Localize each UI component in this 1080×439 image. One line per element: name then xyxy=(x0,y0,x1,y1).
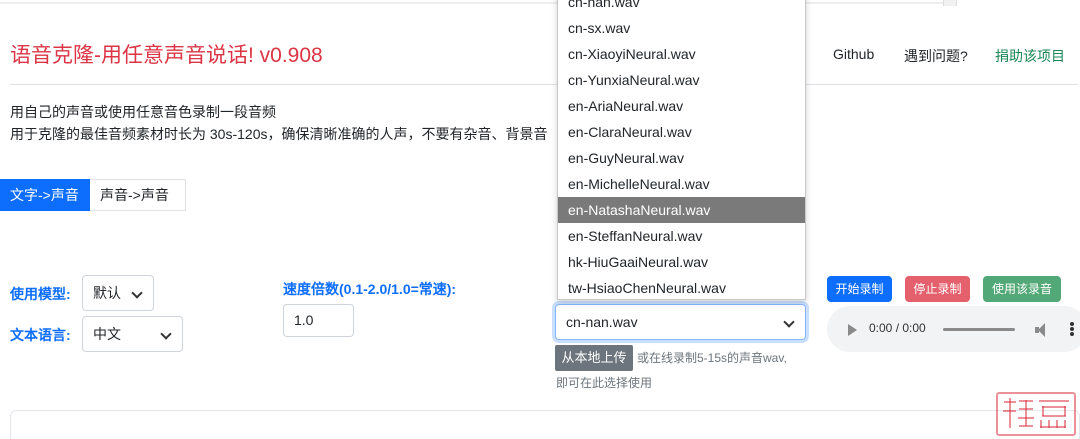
voice-option[interactable]: en-SteffanNeural.wav xyxy=(558,223,805,249)
voice-option[interactable]: cn-sx.wav xyxy=(558,15,805,41)
top-scroll-thumb[interactable] xyxy=(943,0,957,6)
content-card xyxy=(10,410,1080,439)
audio-player: 0:00 / 0:00 xyxy=(827,306,1080,352)
voice-option-highlighted[interactable]: en-NatashaNeural.wav xyxy=(558,197,805,223)
upload-hint-line-2: 即可在此选择使用 xyxy=(556,376,653,390)
more-vertical-icon[interactable] xyxy=(1070,322,1074,337)
tab-text-to-speech[interactable]: 文字->声音 xyxy=(0,179,90,211)
voice-option[interactable]: cn-YunxiaNeural.wav xyxy=(558,67,805,93)
language-label: 文本语言: xyxy=(10,327,71,343)
page-title: 语音克隆-用任意声音说话! v0.908 xyxy=(10,44,323,67)
voice-option[interactable]: en-ClaraNeural.wav xyxy=(558,119,805,145)
play-icon[interactable] xyxy=(848,324,857,336)
upload-local-button[interactable]: 从本地上传 xyxy=(555,345,633,371)
speed-input[interactable]: 1.0 xyxy=(283,304,354,337)
voice-option[interactable]: en-GuyNeural.wav xyxy=(558,145,805,171)
stop-record-button[interactable]: 停止录制 xyxy=(905,276,970,302)
model-label: 使用模型: xyxy=(10,286,71,302)
voice-select[interactable]: cn-nan.wav xyxy=(555,304,806,340)
language-select-value: 中文 xyxy=(93,326,121,342)
start-record-button[interactable]: 开始录制 xyxy=(827,276,892,302)
speed-label: 速度倍数(0.1-2.0/1.0=常速): xyxy=(283,281,457,297)
nav-help-link[interactable]: 遇到问题? xyxy=(904,46,968,66)
use-recording-button[interactable]: 使用该录音 xyxy=(983,276,1061,302)
upload-hint-line-1: 或在线录制5-15s的声音wav, xyxy=(637,351,787,365)
voice-dropdown-list: cn-nan.wav cn-sx.wav cn-XiaoyiNeural.wav… xyxy=(557,0,806,300)
audio-progress-slider[interactable] xyxy=(943,328,1015,331)
voice-option[interactable]: cn-XiaoyiNeural.wav xyxy=(558,41,805,67)
chevron-down-icon xyxy=(160,328,172,340)
nav-github-link[interactable]: Github xyxy=(833,46,874,62)
voice-option[interactable]: en-AriaNeural.wav xyxy=(558,93,805,119)
voice-option[interactable]: hk-HiuGaaiNeural.wav xyxy=(558,249,805,275)
voice-option[interactable]: cn-nan.wav xyxy=(558,0,805,15)
watermark-seal xyxy=(996,392,1076,436)
voice-select-value: cn-nan.wav xyxy=(566,314,638,330)
nav-donate-link[interactable]: 捐助该项目 xyxy=(995,46,1065,66)
header-divider xyxy=(10,84,1078,85)
voice-option[interactable]: tw-HsiaoChenNeural.wav xyxy=(558,275,805,299)
model-select[interactable]: 默认 xyxy=(82,275,154,311)
model-select-value: 默认 xyxy=(93,285,121,301)
chevron-down-icon xyxy=(131,287,143,299)
description-line-1: 用自己的声音或使用任意音色录制一段音频 xyxy=(10,104,276,120)
tab-speech-to-speech[interactable]: 声音->声音 xyxy=(90,179,186,211)
language-select[interactable]: 中文 xyxy=(82,316,183,352)
audio-time: 0:00 / 0:00 xyxy=(869,321,926,335)
volume-icon[interactable] xyxy=(1035,323,1049,337)
top-scroll-strip xyxy=(0,0,1080,6)
chevron-down-icon xyxy=(783,316,795,328)
description-line-2: 用于克隆的最佳音频素材时长为 30s-120s，确保清晰准确的人声，不要有杂音、… xyxy=(10,126,548,142)
voice-option[interactable]: en-MichelleNeural.wav xyxy=(558,171,805,197)
